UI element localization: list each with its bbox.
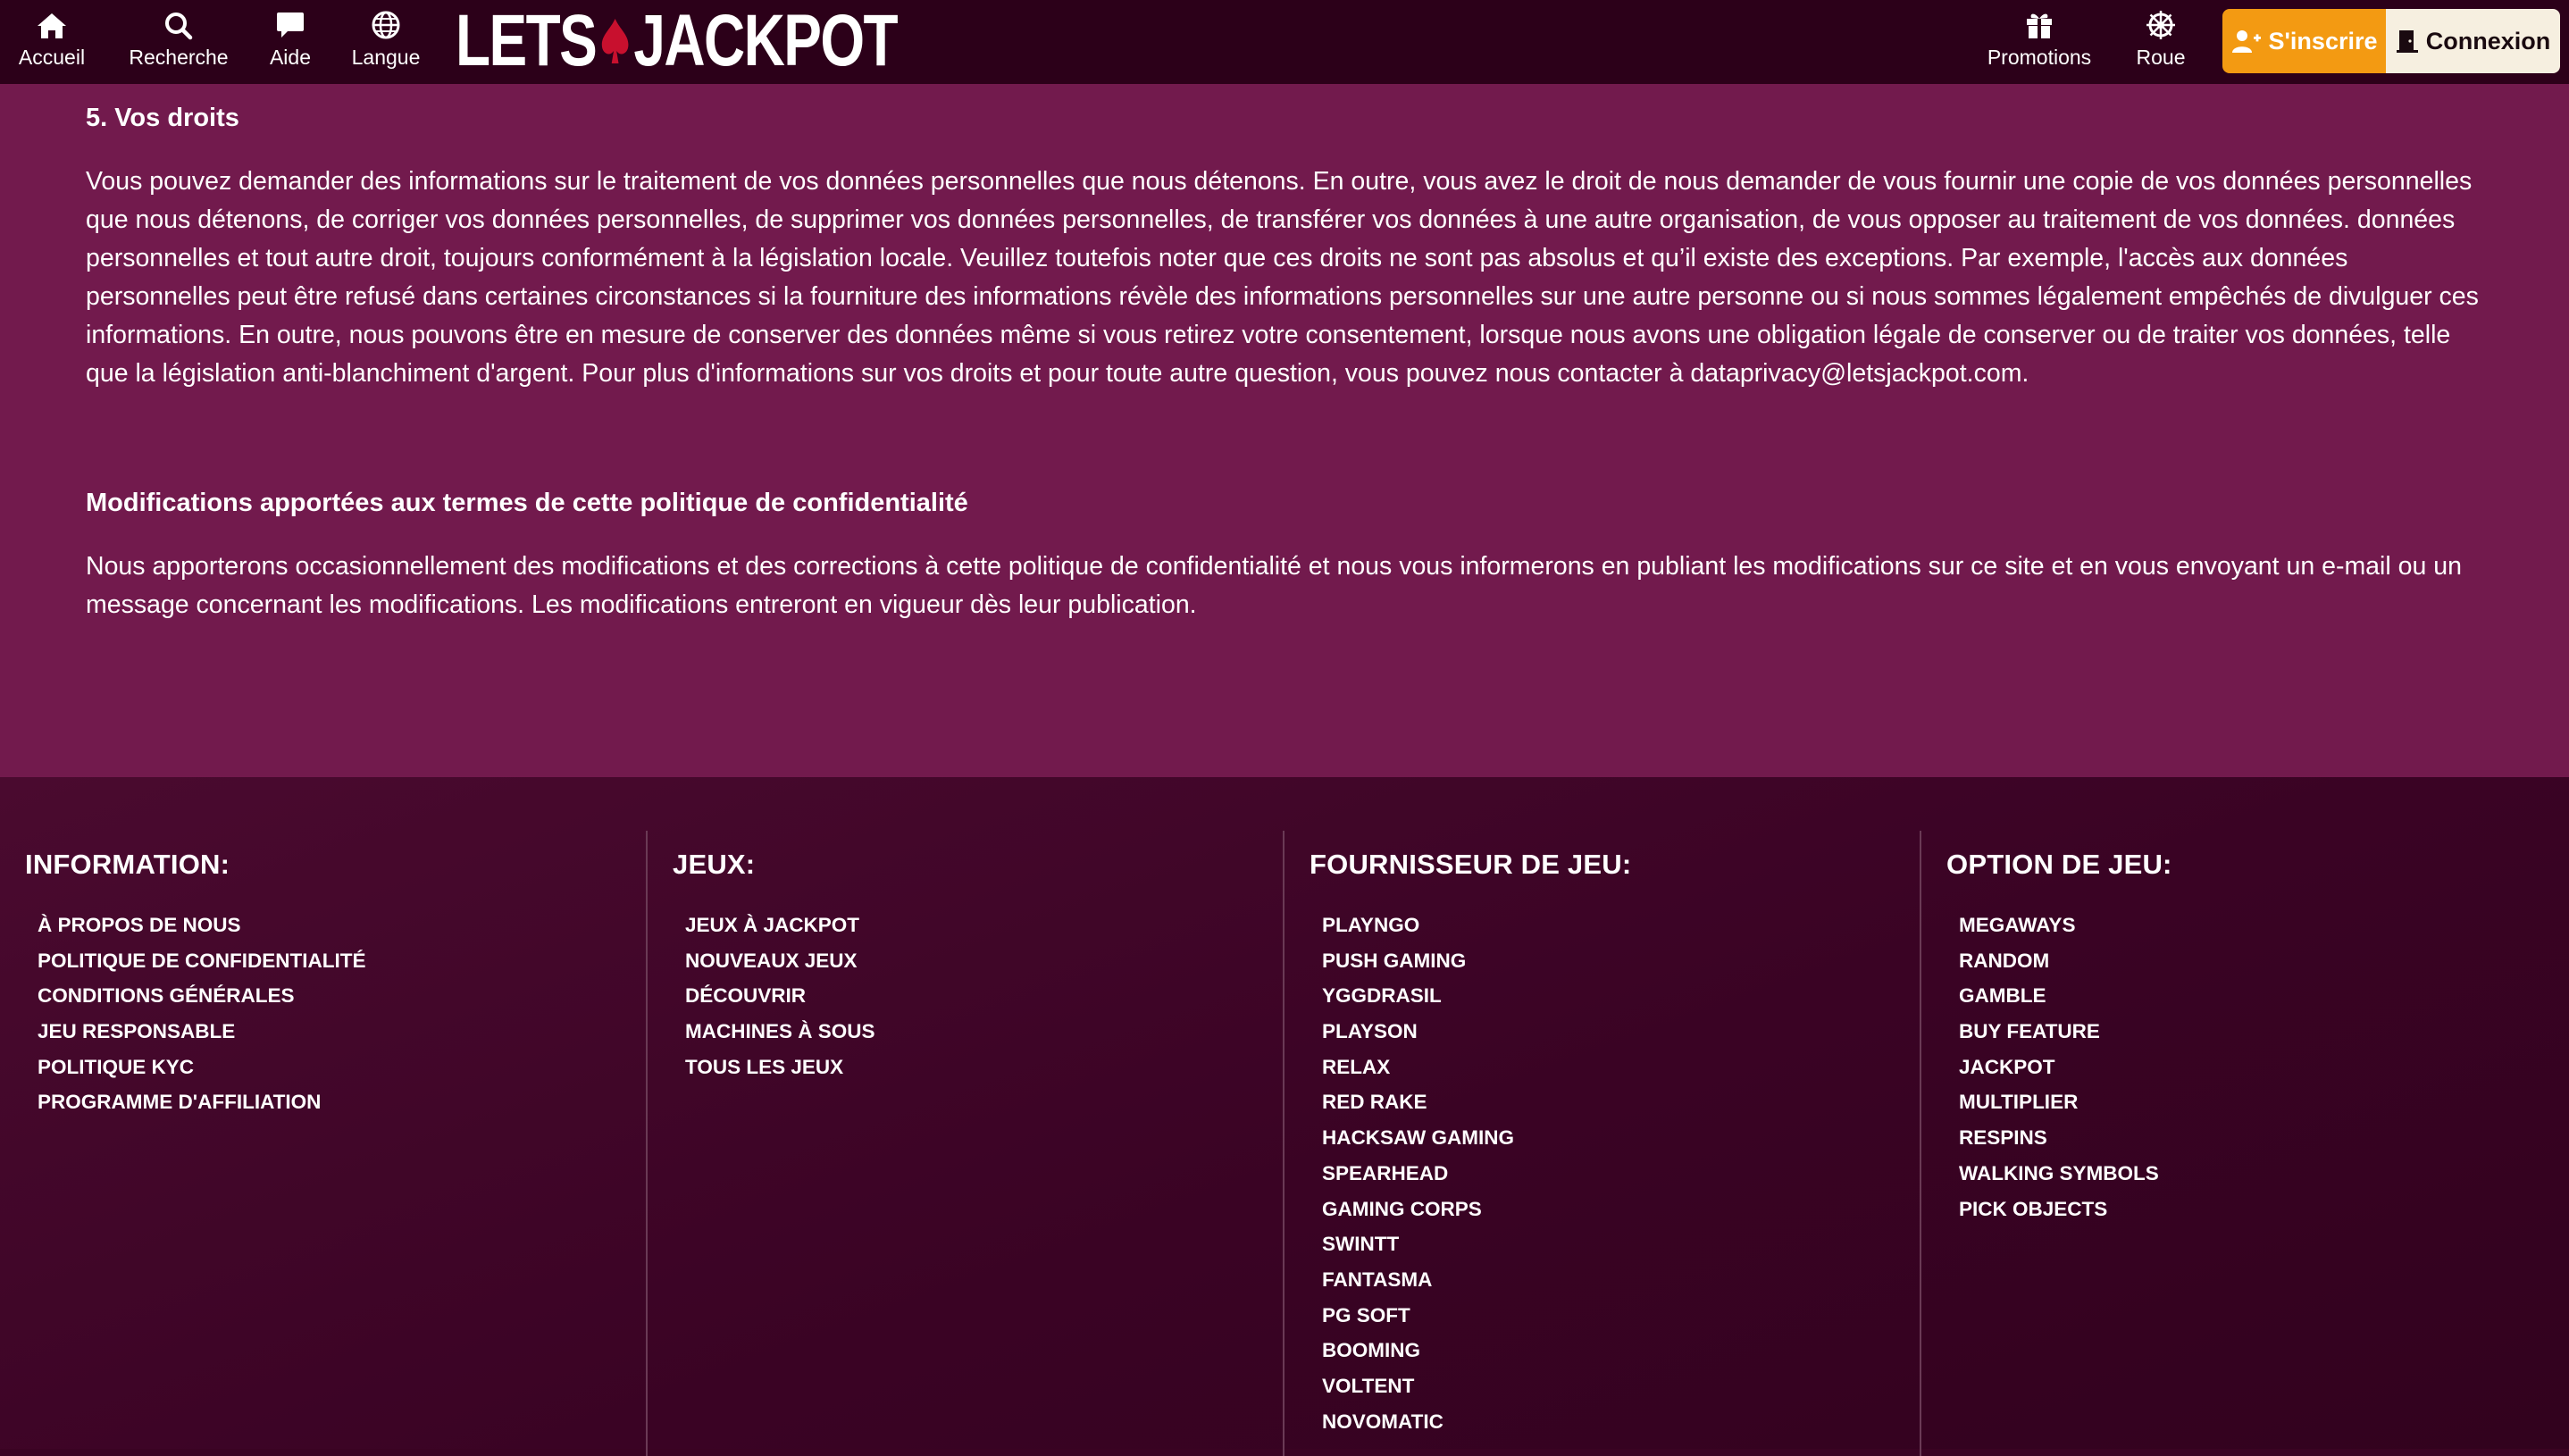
site-logo[interactable]: LETS JACKPOT [456, 0, 899, 81]
footer-link[interactable]: DÉCOUVRIR [685, 978, 875, 1014]
footer-link[interactable]: GAMING CORPS [1322, 1192, 1514, 1227]
footer-link[interactable]: CONDITIONS GÉNÉRALES [38, 978, 366, 1014]
register-button-label: S'inscrire [2268, 27, 2378, 54]
footer-link[interactable]: POLITIQUE KYC [38, 1050, 366, 1085]
footer-link-list: PLAYNGO PUSH GAMING YGGDRASIL PLAYSON RE… [1322, 908, 1514, 1439]
footer-link[interactable]: HACKSAW GAMING [1322, 1120, 1514, 1156]
nav-help[interactable]: Aide [263, 0, 318, 84]
section-title-rights: 5. Vos droits [86, 104, 239, 132]
footer-link[interactable]: VOLTENT [1322, 1368, 1514, 1404]
footer-link[interactable]: PROGRAMME D'AFFILIATION [38, 1084, 366, 1120]
footer-link-list: JEUX À JACKPOT NOUVEAUX JEUX DÉCOUVRIR M… [685, 908, 875, 1084]
nav-home-label: Accueil [18, 46, 86, 69]
footer-link[interactable]: PLAYNGO [1322, 908, 1514, 943]
footer-column-title: JEUX: [673, 849, 756, 880]
section-text-changes: Nous apporterons occasionnellement des m… [86, 552, 2462, 619]
footer-column-title: FOURNISSEUR DE JEU: [1310, 849, 1632, 880]
footer-link[interactable]: PUSH GAMING [1322, 943, 1514, 979]
footer-link[interactable]: MACHINES À SOUS [685, 1014, 875, 1050]
home-icon [38, 13, 66, 38]
nav-wheel-label: Roue [2136, 46, 2186, 69]
footer-link-list: MEGAWAYS RANDOM GAMBLE BUY FEATURE JACKP… [1959, 908, 2159, 1226]
door-icon [2396, 30, 2418, 53]
add-user-icon [2231, 30, 2261, 53]
footer-link[interactable]: PICK OBJECTS [1959, 1192, 2159, 1227]
footer-link[interactable]: JEU RESPONSABLE [38, 1014, 366, 1050]
footer-link[interactable]: YGGDRASIL [1322, 978, 1514, 1014]
site-footer: INFORMATION: À PROPOS DE NOUS POLITIQUE … [0, 777, 2569, 1456]
logo-text-right: JACKPOT [633, 0, 898, 81]
footer-column-providers: FOURNISSEUR DE JEU: PLAYNGO PUSH GAMING … [1283, 831, 1920, 1456]
footer-link[interactable]: MEGAWAYS [1959, 908, 2159, 943]
footer-link[interactable]: À PROPOS DE NOUS [38, 908, 366, 943]
footer-link[interactable]: SWINTT [1322, 1226, 1514, 1262]
privacy-policy-content: 5. Vos droits Vous pouvez demander des i… [0, 84, 2569, 777]
footer-column-game-options: OPTION DE JEU: MEGAWAYS RANDOM GAMBLE BU… [1920, 831, 2569, 1456]
footer-link[interactable]: TOUS LES JEUX [685, 1050, 875, 1085]
footer-link[interactable]: RESPINS [1959, 1120, 2159, 1156]
search-icon [165, 13, 193, 40]
login-button[interactable]: Connexion [2386, 9, 2560, 73]
nav-language[interactable]: Langue [348, 0, 423, 84]
nav-language-label: Langue [351, 46, 421, 69]
footer-column-games: JEUX: JEUX À JACKPOT NOUVEAUX JEUX DÉCOU… [646, 831, 1283, 1456]
footer-link[interactable]: SPEARHEAD [1322, 1156, 1514, 1192]
chat-bubble-icon [277, 13, 304, 38]
footer-link[interactable]: NOVOMATIC [1322, 1404, 1514, 1440]
footer-link[interactable]: PLAYSON [1322, 1014, 1514, 1050]
footer-link[interactable]: FANTASMA [1322, 1262, 1514, 1298]
footer-link[interactable]: BUY FEATURE [1959, 1014, 2159, 1050]
login-button-label: Connexion [2425, 27, 2551, 54]
footer-column-title: INFORMATION: [25, 849, 230, 880]
footer-link[interactable]: NOUVEAUX JEUX [685, 943, 875, 979]
section-text-rights: Vous pouvez demander des informations su… [86, 167, 2479, 388]
footer-link[interactable]: MULTIPLIER [1959, 1084, 2159, 1120]
footer-link[interactable]: GAMBLE [1959, 978, 2159, 1014]
footer-link[interactable]: JEUX À JACKPOT [685, 908, 875, 943]
nav-home[interactable]: Accueil [16, 0, 88, 84]
nav-wheel[interactable]: Roue [2130, 0, 2192, 84]
footer-link-list: À PROPOS DE NOUS POLITIQUE DE CONFIDENTI… [38, 908, 366, 1120]
gift-icon [2027, 13, 2052, 38]
footer-link[interactable]: RELAX [1322, 1050, 1514, 1085]
wheel-icon [2146, 11, 2175, 39]
register-button[interactable]: S'inscrire [2222, 9, 2386, 73]
footer-column-information: INFORMATION: À PROPOS DE NOUS POLITIQUE … [0, 831, 646, 1456]
footer-column-title: OPTION DE JEU: [1946, 849, 2172, 880]
footer-link[interactable]: RANDOM [1959, 943, 2159, 979]
footer-link[interactable]: POLITIQUE DE CONFIDENTIALITÉ [38, 943, 366, 979]
top-navigation-bar: Accueil Recherche Aide Langue LETS JACKP… [0, 0, 2569, 84]
globe-icon [372, 11, 400, 39]
footer-link[interactable]: JACKPOT [1959, 1050, 2159, 1085]
footer-link[interactable]: WALKING SYMBOLS [1959, 1156, 2159, 1192]
nav-promotions[interactable]: Promotions [1981, 0, 2097, 84]
section-title-changes: Modifications apportées aux termes de ce… [86, 489, 968, 517]
footer-link[interactable]: RED RAKE [1322, 1084, 1514, 1120]
spade-icon [598, 15, 631, 67]
nav-promotions-label: Promotions [1987, 46, 2092, 69]
nav-search-label: Recherche [129, 46, 229, 69]
footer-link[interactable]: BOOMING [1322, 1333, 1514, 1368]
footer-link[interactable]: PG SOFT [1322, 1298, 1514, 1334]
logo-text-left: LETS [456, 0, 598, 81]
nav-search[interactable]: Recherche [123, 0, 234, 84]
nav-help-label: Aide [269, 46, 312, 69]
